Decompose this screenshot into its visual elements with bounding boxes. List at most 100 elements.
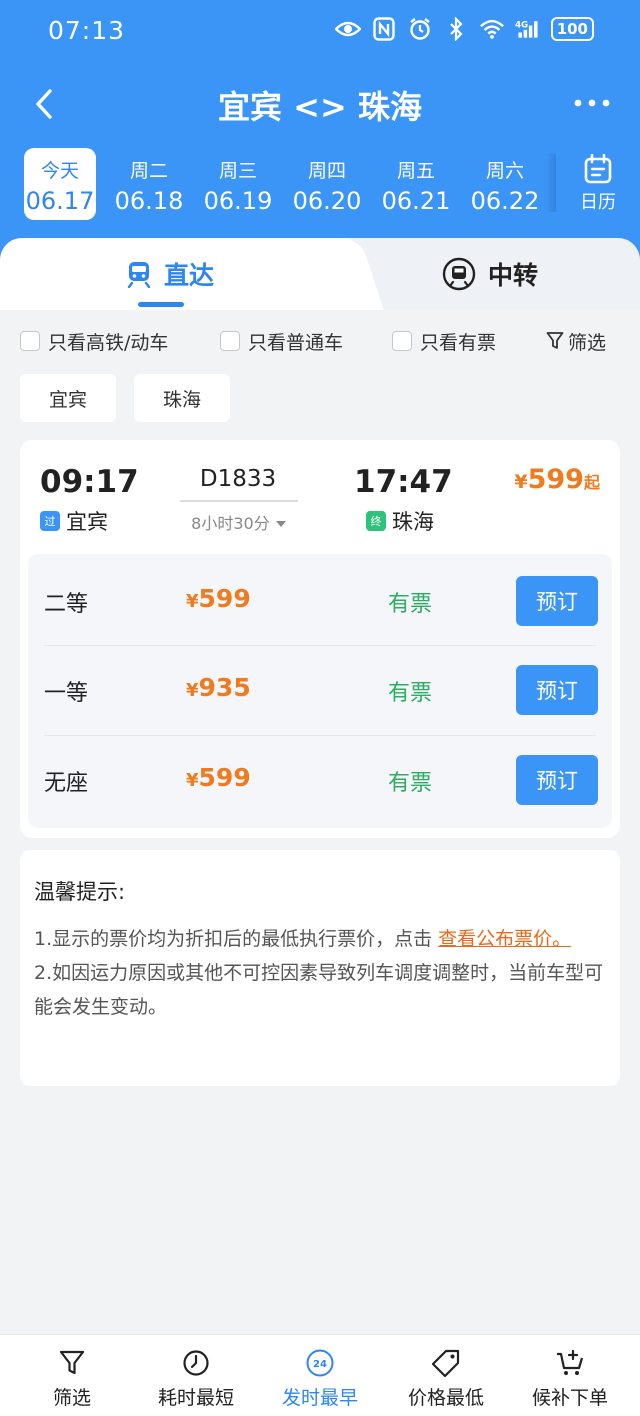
date-value: 06.17 [25,187,95,215]
wifi-icon [479,16,505,42]
bottom-sort-bar: 筛选 耗时最短 24 发时最早 价格最低 候补下单 [0,1334,640,1416]
svg-text:4G: 4G [515,20,528,30]
caret-down-icon [275,521,286,527]
tips-title: 温馨提示: [34,880,126,904]
date-tab-0[interactable]: 今天 06.17 [24,148,96,220]
waitlist-order-button[interactable]: 候补下单 [510,1347,630,1410]
route-type-tabs: 直达 中转 [0,238,640,310]
clock-24-icon: 24 [260,1347,380,1379]
min-price: ¥599起 [514,464,600,495]
seat-availability: 有票 [388,592,433,617]
bottom-nav-label: 筛选 [52,1387,91,1409]
calendar-button[interactable]: 日历 [556,148,640,220]
published-fare-link[interactable]: 查看公布票价。 [438,928,571,950]
departure-time: 09:17 [40,464,139,500]
date-weekday: 周六 [485,160,524,182]
bottom-nav-label: 价格最低 [407,1387,484,1409]
train-icon [127,262,151,288]
filter-icon [12,1347,132,1379]
calendar-icon [556,148,640,184]
arrival-station-name: 珠海 [392,510,434,534]
nfc-icon [371,16,397,42]
sort-cheapest-button[interactable]: 价格最低 [386,1347,506,1410]
battery-indicator: 100 [550,17,594,41]
normal-train-only-checkbox[interactable]: 只看普通车 [220,328,343,355]
more-dots-icon [574,99,610,107]
eye-icon [334,16,361,42]
checkbox-box [220,331,240,351]
date-tab-5[interactable]: 周六 06.22 [469,148,541,220]
price-suffix: 起 [583,473,600,492]
currency-symbol: ¥ [514,471,528,493]
date-value: 06.18 [114,187,184,215]
seat-availability: 有票 [388,681,433,706]
date-tab-1[interactable]: 周二 06.18 [113,148,185,220]
seat-class: 一等 [44,681,89,706]
book-button[interactable]: 预订 [516,755,598,805]
sort-earliest-button[interactable]: 24 发时最早 [260,1347,380,1410]
station-chip-from[interactable]: 宜宾 [20,374,116,422]
calendar-divider [546,154,556,212]
date-tab-3[interactable]: 周四 06.20 [291,148,363,220]
filter-row: 只看高铁/动车 只看普通车 只看有票 筛选 [20,326,620,356]
price-tag-icon [386,1347,506,1379]
route-line [180,500,298,502]
page-title: 宜宾 <> 珠海 [218,88,422,126]
sort-shortest-button[interactable]: 耗时最短 [136,1347,256,1410]
highspeed-only-checkbox[interactable]: 只看高铁/动车 [20,328,168,355]
transfer-icon [442,257,476,291]
seat-row: 无座 ¥599 有票 预订 [28,735,612,825]
status-bar: 07:13 4G 100 [0,0,640,64]
tips-panel: 温馨提示: 1.显示的票价均为折扣后的最低执行票价，点击 查看公布票价。 2.如… [20,850,620,1086]
bottom-nav-label: 耗时最短 [157,1387,234,1409]
seat-row: 二等 ¥599 有票 预订 [28,556,612,646]
station-chips: 宜宾 珠海 [20,374,230,422]
departure-station: 过 宜宾 [40,506,108,536]
sort-filter-button[interactable]: 筛选 [12,1347,132,1410]
train-card[interactable]: 09:17 过 宜宾 D1833 8小时30分 17:47 终 珠海 ¥599起… [20,440,620,838]
date-value: 06.21 [381,187,451,215]
date-weekday: 周四 [307,160,346,182]
more-button[interactable] [570,88,614,118]
tab-direct-label: 直达 [163,261,214,290]
tab-direct[interactable]: 直达 [60,238,280,310]
train-number: D1833 [199,466,277,492]
book-button[interactable]: 预订 [516,665,598,715]
pass-tag: 过 [40,511,60,531]
date-selector: 今天 06.17 周二 06.18 周三 06.19 周四 06.20 周五 0… [0,148,640,224]
available-only-checkbox[interactable]: 只看有票 [392,328,496,355]
status-icons: 4G 100 [334,16,594,42]
timer-icon [136,1347,256,1379]
status-time: 07:13 [48,16,126,45]
station-chip-to[interactable]: 珠海 [134,374,230,422]
duration-text: 8小时30分 [191,514,270,533]
tab-transfer[interactable]: 中转 [380,238,600,310]
seat-list: 二等 ¥599 有票 预订 一等 ¥935 有票 预订 无座 ¥599 有票 预… [28,554,612,828]
checkbox-box [20,331,40,351]
active-tab-indicator [138,302,184,307]
seat-row: 一等 ¥935 有票 预订 [28,645,612,735]
tips-body: 1.显示的票价均为折扣后的最低执行票价，点击 查看公布票价。 2.如因运力原因或… [34,922,608,1024]
seat-price: ¥599 [186,584,251,613]
seat-class: 无座 [44,771,89,796]
date-value: 06.20 [292,187,362,215]
nav-bar: 宜宾 <> 珠海 [0,72,640,136]
seat-availability: 有票 [388,771,433,796]
date-tab-4[interactable]: 周五 06.21 [380,148,452,220]
seat-class: 二等 [44,592,89,617]
date-weekday: 周二 [129,160,168,182]
book-button[interactable]: 预订 [516,576,598,626]
date-weekday: 周三 [218,160,257,182]
checkbox-label: 只看普通车 [248,331,344,354]
checkbox-label: 只看高铁/动车 [48,331,169,354]
terminal-tag: 终 [366,511,386,531]
duration-toggle[interactable]: 8小时30分 [180,510,298,534]
checkbox-box [392,331,412,351]
seat-price: ¥935 [186,673,251,702]
tips-line-2: 2.如因运力原因或其他不可控因素导致列车调度调整时，当前车型可能会发生变动。 [34,962,604,1018]
tips-line-1: 1.显示的票价均为折扣后的最低执行票价，点击 [34,928,439,950]
svg-text:24: 24 [313,1359,327,1370]
filter-button[interactable]: 筛选 [546,328,606,355]
date-tab-2[interactable]: 周三 06.19 [202,148,274,220]
tab-transfer-label: 中转 [487,261,538,290]
